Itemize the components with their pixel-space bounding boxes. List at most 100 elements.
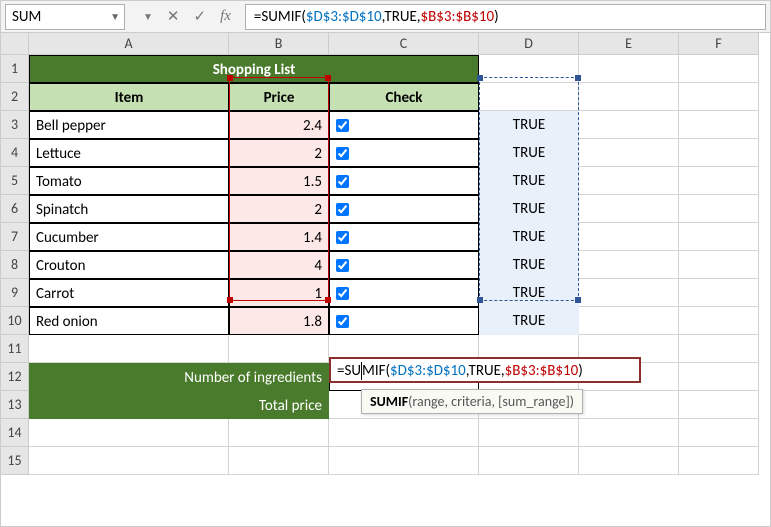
row-header-11[interactable]: 11 (1, 335, 29, 363)
row-header-2[interactable]: 2 (1, 83, 29, 111)
item-true-value[interactable]: TRUE (479, 223, 579, 251)
select-all-corner[interactable] (1, 33, 29, 55)
col-header-C[interactable]: C (329, 33, 479, 55)
cell-E3[interactable] (579, 111, 679, 139)
cell-F12[interactable] (679, 363, 759, 391)
cell-F7[interactable] (679, 223, 759, 251)
cell-r15-c0[interactable] (29, 447, 229, 475)
cell-r14-c3[interactable] (479, 419, 579, 447)
cell-D2[interactable] (479, 83, 579, 111)
item-name[interactable]: Carrot (29, 279, 229, 307)
cell-E6[interactable] (579, 195, 679, 223)
row-header-6[interactable]: 6 (1, 195, 29, 223)
col-header-D[interactable]: D (479, 33, 579, 55)
item-true-value[interactable]: TRUE (479, 307, 579, 335)
item-name[interactable]: Tomato (29, 167, 229, 195)
dropdown-icon[interactable]: ▼ (143, 10, 153, 23)
cell-r14-c5[interactable] (679, 419, 759, 447)
item-price[interactable]: 4 (229, 251, 329, 279)
item-price[interactable]: 1.8 (229, 307, 329, 335)
item-check-cell[interactable] (329, 307, 479, 335)
item-price[interactable]: 2.4 (229, 111, 329, 139)
item-name[interactable]: Spinatch (29, 195, 229, 223)
row-header-5[interactable]: 5 (1, 167, 29, 195)
cell-r14-c0[interactable] (29, 419, 229, 447)
cell-r11-c1[interactable] (229, 335, 329, 363)
cell-r11-c5[interactable] (679, 335, 759, 363)
col-header-F[interactable]: F (679, 33, 759, 55)
col-header-E[interactable]: E (579, 33, 679, 55)
item-name[interactable]: Lettuce (29, 139, 229, 167)
cell-r15-c5[interactable] (679, 447, 759, 475)
cell-F13[interactable] (679, 391, 759, 419)
item-checkbox[interactable] (336, 231, 349, 244)
item-price[interactable]: 1.4 (229, 223, 329, 251)
row-header-4[interactable]: 4 (1, 139, 29, 167)
row-header-14[interactable]: 14 (1, 419, 29, 447)
item-check-cell[interactable] (329, 111, 479, 139)
cell-E10[interactable] (579, 307, 679, 335)
row-header-3[interactable]: 3 (1, 111, 29, 139)
item-check-cell[interactable] (329, 139, 479, 167)
cell-r11-c0[interactable] (29, 335, 229, 363)
cell-F4[interactable] (679, 139, 759, 167)
cell-E2[interactable] (579, 83, 679, 111)
item-true-value[interactable]: TRUE (479, 279, 579, 307)
item-true-value[interactable]: TRUE (479, 111, 579, 139)
item-name[interactable]: Bell pepper (29, 111, 229, 139)
item-check-cell[interactable] (329, 195, 479, 223)
enter-icon[interactable]: ✓ (193, 7, 206, 26)
row-header-10[interactable]: 10 (1, 307, 29, 335)
item-checkbox[interactable] (336, 147, 349, 160)
item-check-cell[interactable] (329, 223, 479, 251)
item-true-value[interactable]: TRUE (479, 139, 579, 167)
row-header-1[interactable]: 1 (1, 55, 29, 83)
cell-E9[interactable] (579, 279, 679, 307)
item-true-value[interactable]: TRUE (479, 251, 579, 279)
row-header-7[interactable]: 7 (1, 223, 29, 251)
item-name[interactable]: Red onion (29, 307, 229, 335)
row-header-15[interactable]: 15 (1, 447, 29, 475)
cell-D1[interactable] (479, 55, 579, 83)
row-header-9[interactable]: 9 (1, 279, 29, 307)
cell-E4[interactable] (579, 139, 679, 167)
item-checkbox[interactable] (336, 287, 349, 300)
item-price[interactable]: 1.5 (229, 167, 329, 195)
cell-E8[interactable] (579, 251, 679, 279)
cell-F8[interactable] (679, 251, 759, 279)
item-price[interactable]: 2 (229, 139, 329, 167)
cell-F5[interactable] (679, 167, 759, 195)
cell-E1[interactable] (579, 55, 679, 83)
item-checkbox[interactable] (336, 175, 349, 188)
cell-E5[interactable] (579, 167, 679, 195)
cell-r14-c1[interactable] (229, 419, 329, 447)
item-checkbox[interactable] (336, 315, 349, 328)
cell-E13[interactable] (579, 391, 679, 419)
row-header-13[interactable]: 13 (1, 391, 29, 419)
item-true-value[interactable]: TRUE (479, 195, 579, 223)
col-header-B[interactable]: B (229, 33, 329, 55)
cell-F2[interactable] (679, 83, 759, 111)
item-price[interactable]: 2 (229, 195, 329, 223)
cell-r14-c2[interactable] (329, 419, 479, 447)
fx-icon[interactable]: fx (220, 8, 231, 25)
item-checkbox[interactable] (336, 203, 349, 216)
item-check-cell[interactable] (329, 251, 479, 279)
row-header-12[interactable]: 12 (1, 363, 29, 391)
item-name[interactable]: Cucumber (29, 223, 229, 251)
item-name[interactable]: Crouton (29, 251, 229, 279)
col-header-A[interactable]: A (29, 33, 229, 55)
cell-r14-c4[interactable] (579, 419, 679, 447)
item-price[interactable]: 1 (229, 279, 329, 307)
cell-F9[interactable] (679, 279, 759, 307)
name-box[interactable]: SUM ▼ (5, 4, 125, 30)
cell-r15-c2[interactable] (329, 447, 479, 475)
cancel-icon[interactable]: ✕ (167, 7, 180, 26)
cell-F3[interactable] (679, 111, 759, 139)
row-header-8[interactable]: 8 (1, 251, 29, 279)
formula-bar-input[interactable]: =SUMIF($D$3:$D$10,TRUE,$B$3:$B$10) (245, 4, 766, 30)
cell-r15-c3[interactable] (479, 447, 579, 475)
cell-F1[interactable] (679, 55, 759, 83)
item-checkbox[interactable] (336, 119, 349, 132)
item-check-cell[interactable] (329, 279, 479, 307)
